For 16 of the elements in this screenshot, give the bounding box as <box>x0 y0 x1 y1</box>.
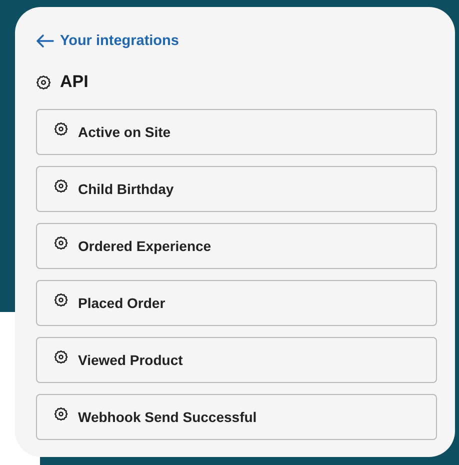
settings-icon <box>36 74 51 90</box>
settings-icon <box>54 407 68 421</box>
back-arrow-icon <box>36 34 54 48</box>
back-link[interactable]: Your integrations <box>36 33 179 49</box>
integration-item[interactable]: Child Birthday <box>36 166 437 212</box>
section-title: API <box>60 72 88 92</box>
settings-icon <box>54 293 68 307</box>
integration-item[interactable]: Placed Order <box>36 280 437 326</box>
settings-icon <box>54 122 68 136</box>
settings-icon <box>54 350 68 364</box>
settings-icon <box>54 179 68 193</box>
integration-item[interactable]: Viewed Product <box>36 337 437 383</box>
integration-item[interactable]: Ordered Experience <box>36 223 437 269</box>
integration-item[interactable]: Active on Site <box>36 109 437 155</box>
integration-item[interactable]: Webhook Send Successful <box>36 394 437 440</box>
settings-icon <box>54 236 68 250</box>
